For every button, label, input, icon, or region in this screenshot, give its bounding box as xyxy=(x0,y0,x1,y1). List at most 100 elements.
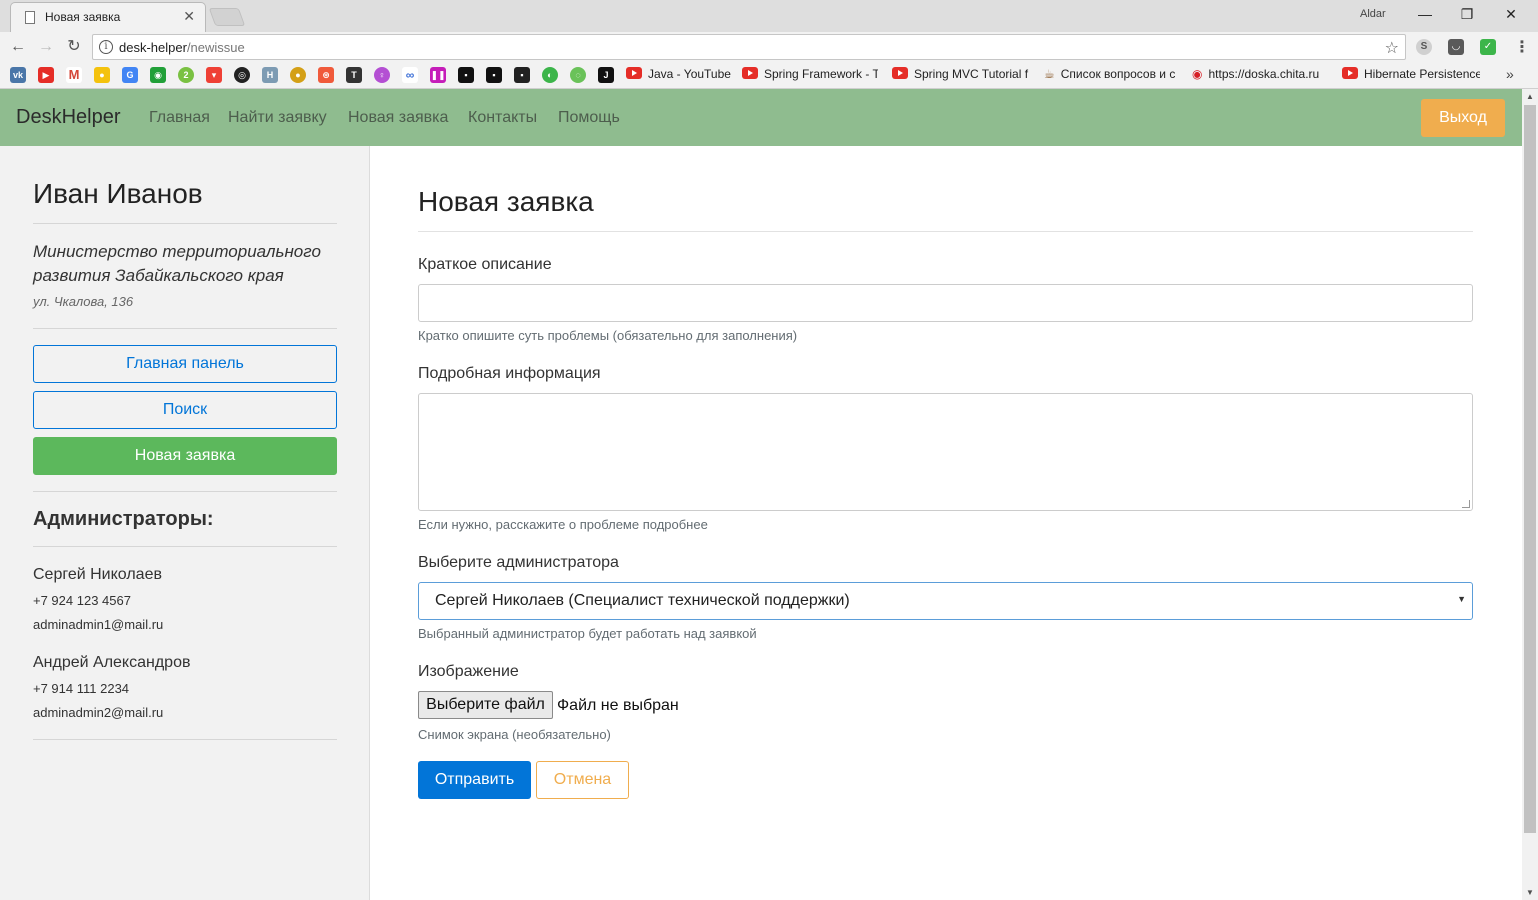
file-status: Файл не выбран xyxy=(557,697,679,714)
scrollbar-thumb[interactable] xyxy=(1524,105,1536,833)
spiral-icon[interactable]: ⊛ xyxy=(318,67,334,83)
address-bar[interactable]: i desk-helper/newissue ☆ xyxy=(92,34,1406,60)
nav-link-find-issue[interactable]: Найти заявку xyxy=(228,109,327,127)
two-icon[interactable]: 2 xyxy=(178,67,194,83)
divider xyxy=(33,328,337,329)
resize-handle-icon[interactable] xyxy=(1462,500,1470,508)
sberbank-icon[interactable]: ◉ xyxy=(150,67,166,83)
image-label: Изображение xyxy=(418,663,519,680)
organization-address: ул. Чкалова, 136 xyxy=(33,294,134,309)
short-description-help: Кратко опишите суть проблемы (обязательн… xyxy=(418,328,798,343)
youtube-icon xyxy=(742,67,758,79)
bookmark-spring-framework[interactable]: Spring Framework - T xyxy=(742,67,878,83)
t-icon[interactable]: T xyxy=(346,67,362,83)
submit-button[interactable]: Отправить xyxy=(418,761,531,799)
gmail-icon[interactable]: M xyxy=(66,67,82,83)
scroll-down-icon[interactable]: ▼ xyxy=(1526,888,1534,897)
tab-title: Новая заявка xyxy=(45,10,121,24)
close-icon[interactable]: ✕ xyxy=(183,8,195,25)
admin-name: Сергей Николаев xyxy=(33,566,162,583)
tab-strip: Новая заявка ✕ Aldar — ❐ ✕ xyxy=(0,0,1538,32)
translate-icon[interactable]: G xyxy=(122,67,138,83)
extension-s-icon[interactable]: S xyxy=(1416,39,1432,55)
short-description-label: Краткое описание xyxy=(418,256,552,273)
logout-button[interactable]: Выход xyxy=(1421,99,1505,137)
bookmark-spring-mvc[interactable]: Spring MVC Tutorial f xyxy=(892,67,1030,83)
restore-icon[interactable]: ❐ xyxy=(1456,4,1478,24)
dashboard-button[interactable]: Главная панель xyxy=(33,345,337,383)
youtube-icon xyxy=(1342,67,1358,79)
page-scrollbar[interactable]: ▲ ▼ xyxy=(1522,89,1538,900)
github-icon[interactable]: ◎ xyxy=(234,67,250,83)
coffee-icon: ☕ xyxy=(1044,67,1055,81)
admin-phone: +7 914 111 2234 xyxy=(33,681,130,696)
page-icon xyxy=(25,11,35,24)
shield-icon[interactable]: ✓ xyxy=(1480,39,1496,55)
bookmark-hibernate[interactable]: Hibernate Persistence xyxy=(1342,67,1480,83)
info-icon[interactable]: i xyxy=(99,40,113,54)
admin-phone: +7 924 123 4567 xyxy=(33,593,131,608)
divider xyxy=(33,546,337,547)
bookmark-star-icon[interactable]: ☆ xyxy=(1385,38,1399,58)
vk-icon[interactable]: vk xyxy=(10,67,26,83)
short-description-input[interactable] xyxy=(418,284,1473,322)
nav-link-home[interactable]: Главная xyxy=(149,109,210,127)
doska-icon: ◉ xyxy=(1192,67,1203,81)
scroll-up-icon[interactable]: ▲ xyxy=(1526,92,1534,101)
nav-link-contacts[interactable]: Контакты xyxy=(468,109,537,127)
black-square-icon-3[interactable]: ▪ xyxy=(514,67,530,83)
cancel-button[interactable]: Отмена xyxy=(536,761,629,799)
spring-icon[interactable]: ◌ xyxy=(570,67,586,83)
details-help: Если нужно, расскажите о проблеме подроб… xyxy=(418,517,708,532)
page-title: Новая заявка xyxy=(418,186,594,217)
nav-link-help[interactable]: Помощь xyxy=(558,109,620,127)
admin-select-help: Выбранный администратор будет работать н… xyxy=(418,626,757,641)
j-icon[interactable]: J xyxy=(598,67,614,83)
acorn-icon[interactable]: ● xyxy=(290,67,306,83)
reload-icon[interactable]: ↻ xyxy=(64,36,84,58)
admins-heading: Администраторы: xyxy=(33,508,214,530)
habr-icon[interactable]: H xyxy=(262,67,278,83)
choose-file-button[interactable]: Выберите файл xyxy=(418,691,553,719)
bookmark-questions[interactable]: ☕ Список вопросов и с xyxy=(1044,67,1180,83)
new-tab-button[interactable] xyxy=(208,8,246,26)
back-icon[interactable]: ← xyxy=(8,36,28,58)
bookmark-java-youtube[interactable]: Java - YouTube xyxy=(626,67,731,83)
youtube-icon[interactable]: ▶ xyxy=(38,67,54,83)
new-issue-button[interactable]: Новая заявка xyxy=(33,437,337,475)
browser-chrome: Новая заявка ✕ Aldar — ❐ ✕ ← → ↻ i desk-… xyxy=(0,0,1538,89)
browser-tab[interactable]: Новая заявка ✕ xyxy=(10,2,206,32)
bookmarks-bar: vk ▶ M ● G ◉ 2 ▾ ◎ H ● ⊛ T ♀ ∞ ❚❚ ▪ ▪ ▪ … xyxy=(0,62,1538,89)
brand-logo[interactable]: DeskHelper xyxy=(16,106,120,129)
pocket-icon[interactable]: ◡ xyxy=(1448,39,1464,55)
page: DeskHelper Главная Найти заявку Новая за… xyxy=(0,89,1522,900)
menu-icon[interactable]: ⋮ xyxy=(1514,37,1530,57)
admin-select-value: Сергей Николаев (Специалист технической … xyxy=(435,592,850,609)
black-square-icon-2[interactable]: ▪ xyxy=(486,67,502,83)
admin-email: adminadmin1@mail.ru xyxy=(33,617,164,632)
bulb-icon[interactable]: ♀ xyxy=(374,67,390,83)
dropdown-arrow-icon: ▼ xyxy=(1457,594,1466,604)
black-square-icon-1[interactable]: ▪ xyxy=(458,67,474,83)
divider xyxy=(33,491,337,492)
user-name: Иван Иванов xyxy=(33,178,203,209)
nav-link-new-issue[interactable]: Новая заявка xyxy=(348,109,448,127)
sidebar: Иван Иванов Министерство территориальног… xyxy=(0,146,370,900)
infinity-icon[interactable]: ∞ xyxy=(402,67,418,83)
minimize-icon[interactable]: — xyxy=(1414,4,1436,24)
profile-name[interactable]: Aldar xyxy=(1360,8,1386,20)
more-bookmarks-icon[interactable]: » xyxy=(1506,66,1514,82)
admin-select[interactable]: Сергей Николаев (Специалист технической … xyxy=(418,582,1473,620)
details-textarea[interactable] xyxy=(418,393,1473,511)
bookmark-doska[interactable]: ◉ https://doska.chita.ru xyxy=(1192,67,1328,83)
image-help: Снимок экрана (необязательно) xyxy=(418,727,611,742)
pause-icon[interactable]: ❚❚ xyxy=(430,67,446,83)
divider xyxy=(33,739,337,740)
green-leaf-icon[interactable]: ◐ xyxy=(542,67,558,83)
keep-icon[interactable]: ● xyxy=(94,67,110,83)
close-window-icon[interactable]: ✕ xyxy=(1500,4,1522,24)
forward-icon[interactable]: → xyxy=(36,36,56,58)
search-button[interactable]: Поиск xyxy=(33,391,337,429)
pocket-bookmark-icon[interactable]: ▾ xyxy=(206,67,222,83)
details-label: Подробная информация xyxy=(418,365,601,382)
